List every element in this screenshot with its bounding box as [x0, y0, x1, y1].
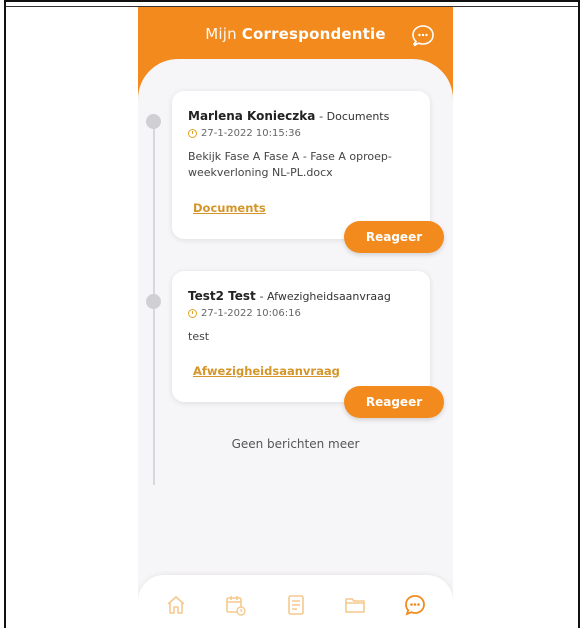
message-body: Bekijk Fase A Fase A - Fase A oproep- we…	[188, 149, 392, 181]
folder-icon[interactable]	[343, 593, 367, 617]
calendar-icon[interactable]	[223, 593, 247, 617]
page-title-light: Mijn	[205, 25, 237, 43]
message-body-line: Bekijk Fase A Fase A - Fase A oproep-	[188, 150, 392, 163]
message-date: 27-1-2022 10:06:16	[188, 308, 301, 319]
message-type: - Documents	[319, 110, 390, 123]
sender-name: Test2 Test	[188, 289, 256, 303]
message-card: Marlena Konieczka - Documents 27-1-2022 …	[172, 91, 430, 239]
message-date: 27-1-2022 10:15:36	[188, 128, 301, 139]
message-body: test	[188, 329, 209, 345]
timeline-dot	[146, 294, 161, 309]
home-icon[interactable]	[164, 593, 188, 617]
message-date-text: 27-1-2022 10:15:36	[201, 128, 301, 139]
message-sender: Marlena Konieczka - Documents	[188, 109, 389, 123]
chat-plus-icon[interactable]	[410, 23, 436, 49]
frame-border-left	[4, 0, 6, 628]
message-body-line: weekverloning NL-PL.docx	[188, 166, 333, 179]
message-sender: Test2 Test - Afwezigheidsaanvraag	[188, 289, 391, 303]
timeline-dot	[146, 114, 161, 129]
message-link[interactable]: Documents	[193, 201, 266, 215]
frame-border-top	[4, 0, 580, 2]
reply-button[interactable]: Reageer	[344, 221, 444, 253]
message-card: Test2 Test - Afwezigheidsaanvraag 27-1-2…	[172, 271, 430, 402]
reply-button[interactable]: Reageer	[344, 386, 444, 418]
page-title-bold: Correspondentie	[241, 25, 386, 43]
clock-icon	[188, 309, 197, 318]
phone-screen: Mijn Correspondentie Marlena Konieczka -…	[138, 7, 453, 628]
no-more-messages-text: Geen berichten meer	[231, 437, 360, 451]
bottom-navigation	[138, 575, 453, 628]
chat-icon[interactable]	[403, 593, 427, 617]
message-link[interactable]: Afwezigheidsaanvraag	[193, 364, 340, 378]
message-body-line: test	[188, 330, 210, 343]
message-type: - Afwezigheidsaanvraag	[259, 290, 391, 303]
sender-name: Marlena Konieczka	[188, 109, 316, 123]
message-date-text: 27-1-2022 10:06:16	[201, 308, 301, 319]
document-icon[interactable]	[284, 593, 308, 617]
page-title: Mijn Correspondentie	[138, 25, 453, 43]
frame-border-right	[578, 0, 580, 628]
clock-icon	[188, 129, 197, 138]
message-list: Marlena Konieczka - Documents 27-1-2022 …	[138, 59, 453, 628]
